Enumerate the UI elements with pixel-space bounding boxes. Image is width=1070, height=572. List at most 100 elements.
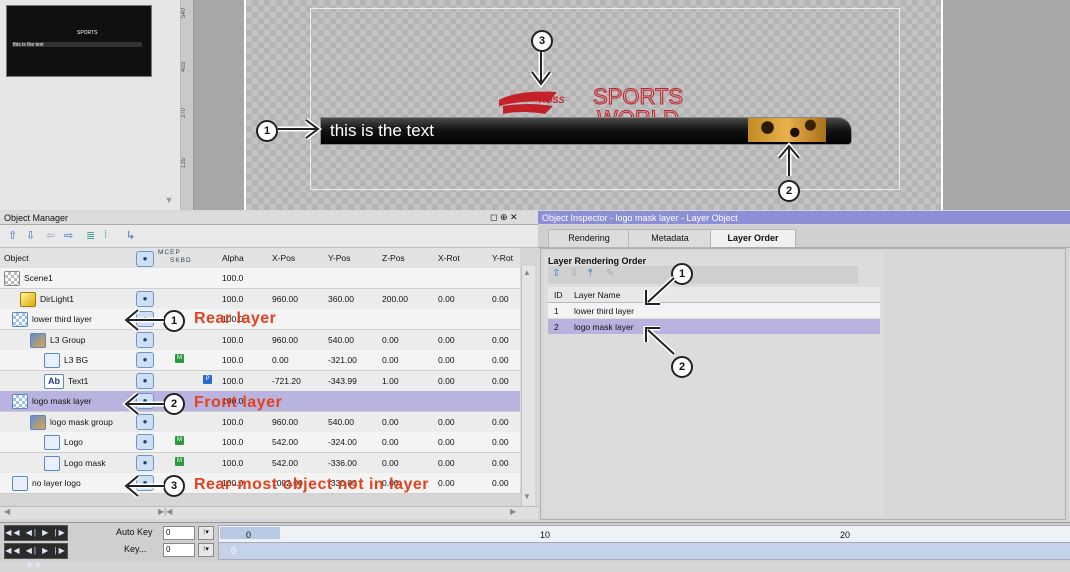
table-row[interactable]: Logo ● M 100.0 542.00 -324.00 0.00 0.00 0.00 bbox=[0, 432, 520, 453]
mask-flag-icon[interactable]: M bbox=[175, 436, 184, 445]
column-header-id[interactable]: ID bbox=[554, 290, 563, 300]
cell-alpha[interactable]: 100.0 bbox=[222, 273, 243, 283]
column-header-object[interactable]: Object bbox=[4, 253, 29, 263]
expand-all-icon[interactable]: ≣ bbox=[86, 229, 95, 242]
scroll-up-icon[interactable]: ▲ bbox=[523, 268, 531, 277]
move-right-icon[interactable]: ⇨ bbox=[64, 229, 73, 242]
cell-z[interactable]: 0.00 bbox=[382, 417, 399, 427]
cell-z[interactable]: 0.00 bbox=[382, 458, 399, 468]
cell-y[interactable]: -336.00 bbox=[328, 458, 357, 468]
cell-yrot[interactable]: 0.00 bbox=[492, 437, 509, 447]
timeline-track-top[interactable] bbox=[218, 525, 1070, 543]
cell-yrot[interactable]: 0.00 bbox=[492, 376, 509, 386]
property-flag-icon[interactable]: P bbox=[203, 374, 212, 384]
transport-controls-1[interactable]: ◀◀ ◀| ▶ |▶ ▶▶ bbox=[4, 525, 68, 551]
cell-yrot[interactable]: 0.00 bbox=[492, 355, 509, 365]
cell-z[interactable]: 1.00 bbox=[382, 376, 399, 386]
cell-z[interactable]: 200.00 bbox=[382, 294, 408, 304]
cell-alpha[interactable]: 100.0 bbox=[222, 437, 243, 447]
cell-xrot[interactable]: 0.00 bbox=[438, 335, 455, 345]
layer-row-selected[interactable]: 2 logo mask layer bbox=[548, 319, 880, 335]
visibility-toggle-icon[interactable]: ● bbox=[136, 331, 154, 348]
cell-y[interactable]: -321.00 bbox=[328, 355, 357, 365]
column-header-layer-name[interactable]: Layer Name bbox=[574, 290, 620, 300]
cell-y[interactable]: 360.00 bbox=[328, 294, 354, 304]
cell-xrot[interactable]: 0.00 bbox=[438, 437, 455, 447]
table-row[interactable]: L3 Group ● 100.0 960.00 540.00 0.00 0.00 0.00 bbox=[0, 329, 520, 351]
cell-alpha[interactable]: 100.0 bbox=[222, 294, 243, 304]
lower-third-text[interactable]: this is the text bbox=[330, 121, 434, 141]
cell-z[interactable]: 0.00 bbox=[382, 335, 399, 345]
cell-yrot[interactable]: 0.00 bbox=[492, 417, 509, 427]
cell-x[interactable]: 542.00 bbox=[272, 437, 298, 447]
cell-xrot[interactable]: 0.00 bbox=[438, 294, 455, 304]
cell-alpha[interactable]: 100.0 bbox=[222, 417, 243, 427]
tab-metadata[interactable]: Metadata bbox=[628, 229, 712, 248]
cell-yrot[interactable]: 0.00 bbox=[492, 478, 509, 488]
mask-flag-icon[interactable]: M bbox=[175, 354, 184, 363]
column-header-zpos[interactable]: Z-Pos bbox=[382, 253, 405, 263]
cell-x[interactable]: 0.00 bbox=[272, 355, 289, 365]
column-header-xrot[interactable]: X-Rot bbox=[438, 253, 460, 263]
column-header-alpha[interactable]: Alpha bbox=[222, 253, 244, 263]
scene-thumbnail[interactable]: this is the text SPORTS bbox=[6, 5, 152, 77]
transport-controls-2[interactable]: ◀◀ ◀| ▶ |▶ ▶▶ bbox=[4, 543, 68, 569]
cell-x[interactable]: 960.00 bbox=[272, 294, 298, 304]
auto-key-label[interactable]: Auto Key bbox=[116, 527, 153, 537]
cell-alpha[interactable]: 100.0 bbox=[222, 458, 243, 468]
layer-move-top-icon[interactable]: ⤒ bbox=[588, 268, 592, 279]
logo-mask-image[interactable] bbox=[748, 118, 826, 142]
layer-row[interactable]: 1 lower third layer bbox=[548, 303, 880, 319]
visibility-toggle-icon[interactable]: ● bbox=[136, 434, 154, 450]
move-left-icon[interactable]: ⇦ bbox=[46, 229, 55, 242]
cell-y[interactable]: -343.99 bbox=[328, 376, 357, 386]
key-input[interactable]: 0 bbox=[163, 543, 195, 557]
scroll-left-icon[interactable]: ◀ bbox=[4, 507, 10, 516]
panel-window-controls-icon[interactable]: ◻ ⊕ ✕ bbox=[490, 212, 518, 223]
visibility-toggle-icon[interactable]: ● bbox=[136, 454, 154, 471]
cell-z[interactable]: 0.00 bbox=[382, 437, 399, 447]
table-row[interactable]: logo mask group ● 100.0 960.00 540.00 0.00 0.0… bbox=[0, 411, 520, 433]
key-spinner-icon[interactable]: ⁝▾ bbox=[198, 543, 214, 557]
visibility-toggle-icon[interactable]: ● bbox=[136, 352, 154, 368]
table-row[interactable]: DirLight1 ● 100.0 960.00 360.00 200.00 0.00 0.0… bbox=[0, 288, 520, 310]
tab-layer-order[interactable]: Layer Order bbox=[710, 229, 796, 247]
layer-edit-icon[interactable]: ✎ bbox=[606, 268, 614, 279]
auto-key-input[interactable]: 0 bbox=[163, 526, 195, 540]
cell-x[interactable]: 960.00 bbox=[272, 335, 298, 345]
cell-y[interactable]: 540.00 bbox=[328, 335, 354, 345]
cell-yrot[interactable]: 0.00 bbox=[492, 294, 509, 304]
cell-xrot[interactable]: 0.00 bbox=[438, 478, 455, 488]
cell-xrot[interactable]: 0.00 bbox=[438, 355, 455, 365]
cell-alpha[interactable]: 100.0 bbox=[222, 355, 243, 365]
key-label[interactable]: Key... bbox=[124, 544, 146, 554]
cell-x[interactable]: 542.00 bbox=[272, 458, 298, 468]
visibility-toggle-icon[interactable]: ● bbox=[136, 372, 154, 389]
table-row[interactable]: Logo mask ● M 100.0 542.00 -336.00 0.00 0.00 0.0… bbox=[0, 452, 520, 474]
cell-yrot[interactable]: 0.00 bbox=[492, 458, 509, 468]
visibility-column-icon[interactable]: ● bbox=[136, 251, 154, 267]
table-row[interactable]: Scene1 100.0 bbox=[0, 268, 520, 289]
cell-y[interactable]: -324.00 bbox=[328, 437, 357, 447]
layer-move-up-icon[interactable]: ⇧ bbox=[552, 268, 560, 279]
cell-xrot[interactable]: 0.00 bbox=[438, 458, 455, 468]
link-icon[interactable]: ↳ bbox=[126, 229, 135, 242]
column-header-yrot[interactable]: Y-Rot bbox=[492, 253, 513, 263]
column-header-xpos[interactable]: X-Pos bbox=[272, 253, 295, 263]
object-manager-hscrollbar[interactable]: ◀ ▶|◀ ▶ bbox=[0, 506, 538, 519]
cell-alpha[interactable]: 100.0 bbox=[222, 376, 243, 386]
timeline-track-bottom[interactable] bbox=[218, 542, 1070, 560]
split-handle-icon[interactable]: ▶|◀ bbox=[158, 507, 172, 516]
auto-key-spinner-icon[interactable]: ⁝▾ bbox=[198, 526, 214, 540]
thumbnail-scroll-down-icon[interactable]: ▼ bbox=[160, 195, 178, 209]
visibility-toggle-icon[interactable]: ● bbox=[136, 290, 154, 307]
cell-xrot[interactable]: 0.00 bbox=[438, 376, 455, 386]
column-header-ypos[interactable]: Y-Pos bbox=[328, 253, 350, 263]
move-up-icon[interactable]: ⇧ bbox=[8, 229, 17, 242]
cell-yrot[interactable]: 0.00 bbox=[492, 335, 509, 345]
object-manager-scrollbar[interactable]: ▲ ▼ bbox=[521, 266, 535, 506]
cell-xrot[interactable]: 0.00 bbox=[438, 417, 455, 427]
cell-x[interactable]: 960.00 bbox=[272, 417, 298, 427]
table-row[interactable]: L3 BG ● M 100.0 0.00 -321.00 0.00 0.00 0.00 bbox=[0, 350, 520, 371]
scroll-down-icon[interactable]: ▼ bbox=[523, 492, 531, 501]
